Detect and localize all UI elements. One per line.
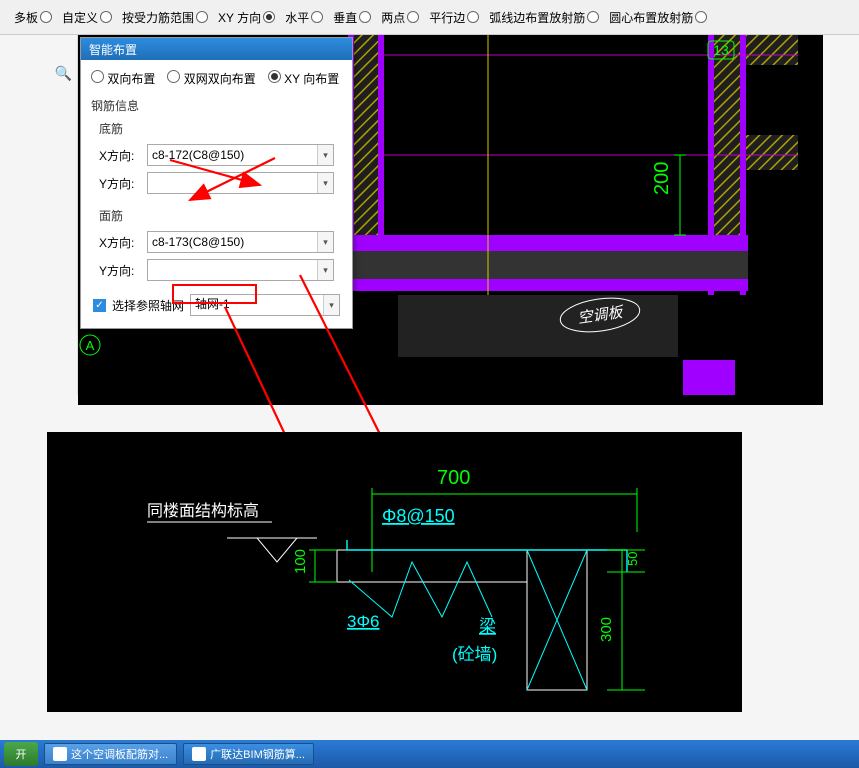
dim-700: 700: [437, 467, 470, 489]
ref-grid-label: 选择参照轴网: [112, 297, 184, 314]
app-icon: [192, 747, 206, 761]
chevron-down-icon[interactable]: ▾: [317, 145, 333, 165]
bottom-x-field: X方向: ▾: [81, 141, 352, 169]
ribbon-item[interactable]: 垂直: [329, 9, 375, 26]
dim-100: 100: [292, 549, 309, 574]
ref-grid-select[interactable]: 轴网-1▾: [190, 294, 340, 316]
ribbon-item[interactable]: 自定义: [58, 9, 116, 26]
ribbon-item[interactable]: XY 方向: [214, 9, 279, 26]
top-x-input[interactable]: ▾: [147, 231, 334, 253]
top-y-field: Y方向: ▾: [81, 256, 352, 284]
radio-two-way[interactable]: 双向布置: [91, 70, 155, 87]
radio-icon: [587, 11, 599, 23]
radio-icon: [100, 11, 112, 23]
bottom-y-input[interactable]: ▾: [147, 172, 334, 194]
left-tool-rail: 🔍: [48, 35, 78, 395]
ribbon-item[interactable]: 圆心布置放射筋: [605, 9, 711, 26]
chevron-down-icon[interactable]: ▾: [317, 260, 333, 280]
radio-icon: [40, 11, 52, 23]
search-icon[interactable]: 🔍: [55, 65, 71, 81]
ribbon-item[interactable]: 多板: [10, 9, 56, 26]
note-left: 同楼面结构标高: [147, 502, 259, 520]
smart-layout-dialog: 智能布置 双向布置 双网双向布置 XY 向布置 钢筋信息 底筋 X方向: ▾ Y…: [80, 37, 353, 329]
beam-label: 梁: [479, 617, 496, 636]
taskbar: 开 这个空调板配筋对... 广联达BIM钢筋算...: [0, 740, 859, 768]
radio-icon: [91, 70, 104, 83]
rebar-info-title: 钢筋信息: [81, 93, 352, 116]
bottom-y-field: Y方向: ▾: [81, 169, 352, 197]
field-label: Y方向:: [99, 262, 141, 279]
grid-letter: A: [86, 338, 95, 353]
app-icon: [53, 747, 67, 761]
taskbar-item[interactable]: 广联达BIM钢筋算...: [183, 743, 314, 765]
field-label: X方向:: [99, 147, 141, 164]
dim-50: 50: [625, 552, 640, 566]
ribbon-item[interactable]: 弧线边布置放射筋: [485, 9, 603, 26]
grid-badge: 13: [713, 42, 729, 58]
dim-300: 300: [598, 617, 615, 642]
ribbon-item[interactable]: 按受力筋范围: [118, 9, 212, 26]
rebar-btm: 3Φ6: [347, 612, 379, 631]
field-label: Y方向:: [99, 175, 141, 192]
dialog-footer: ✓ 选择参照轴网 轴网-1▾: [81, 284, 352, 328]
chevron-down-icon[interactable]: ▾: [323, 295, 339, 315]
radio-double-mesh[interactable]: 双网双向布置: [167, 70, 255, 87]
radio-icon: [268, 70, 281, 83]
start-button[interactable]: 开: [4, 742, 38, 766]
top-ribbon: 多板 自定义 按受力筋范围 XY 方向 水平 垂直 两点 平行边 弧线边布置放射…: [0, 0, 859, 35]
section-diagram: 700 同楼面结构标高 Φ8@150 3Φ6 梁 (砼墙) 100 50 300: [47, 432, 742, 712]
radio-icon: [311, 11, 323, 23]
radio-icon: [467, 11, 479, 23]
rebar-top: Φ8@150: [382, 506, 455, 526]
ribbon-item[interactable]: 水平: [281, 9, 327, 26]
radio-xy[interactable]: XY 向布置: [268, 70, 339, 87]
top-y-input[interactable]: ▾: [147, 259, 334, 281]
chevron-down-icon[interactable]: ▾: [317, 232, 333, 252]
wall-label: (砼墙): [452, 645, 497, 664]
radio-icon: [359, 11, 371, 23]
ribbon-item[interactable]: 平行边: [425, 9, 483, 26]
top-rebar-label: 面筋: [81, 203, 352, 228]
ribbon-item[interactable]: 两点: [377, 9, 423, 26]
taskbar-item[interactable]: 这个空调板配筋对...: [44, 743, 177, 765]
radio-icon: [196, 11, 208, 23]
top-x-field: X方向: ▾: [81, 228, 352, 256]
radio-icon: [167, 70, 180, 83]
dimension-text: 200: [651, 162, 673, 195]
ref-grid-checkbox[interactable]: ✓: [93, 299, 106, 312]
layout-mode-radios: 双向布置 双网双向布置 XY 向布置: [81, 60, 352, 93]
field-label: X方向:: [99, 234, 141, 251]
bottom-rebar-label: 底筋: [81, 116, 352, 141]
radio-icon: [407, 11, 419, 23]
radio-icon: [263, 11, 275, 23]
dialog-title: 智能布置: [81, 38, 352, 60]
chevron-down-icon[interactable]: ▾: [317, 173, 333, 193]
bottom-x-input[interactable]: ▾: [147, 144, 334, 166]
radio-icon: [695, 11, 707, 23]
